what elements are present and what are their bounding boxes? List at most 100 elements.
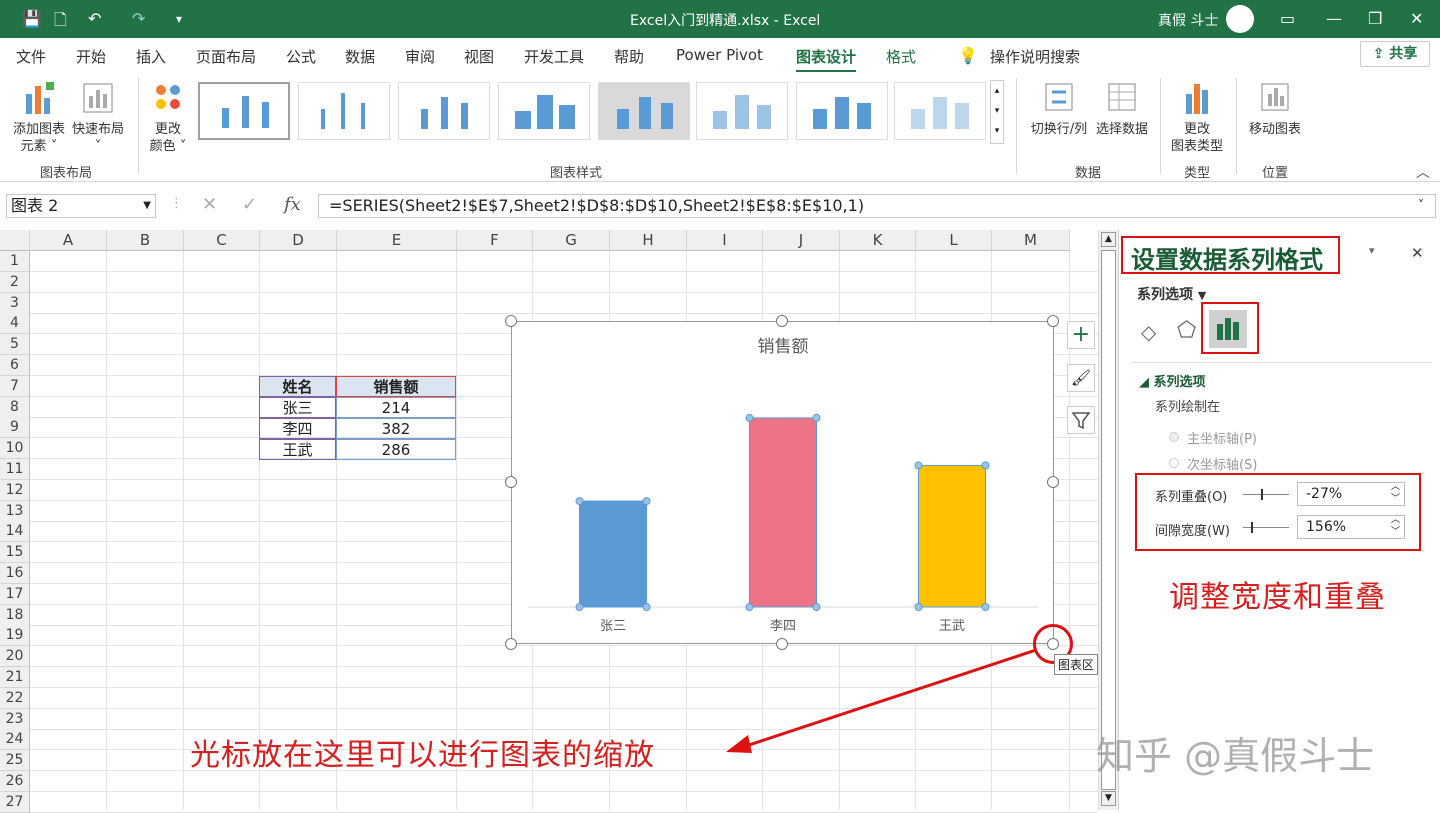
group-divider bbox=[1016, 78, 1017, 174]
add-chart-element-button[interactable]: 添加图表 元素 ˅ bbox=[10, 80, 68, 155]
formula-bar: 图表 2 ▼ ⋮ ✕ ✓ fx =SERIES(Sheet2!$E$7,Sheet… bbox=[0, 190, 1440, 222]
move-chart-button[interactable]: 移动图表 bbox=[1244, 80, 1306, 138]
tab-power-pivot[interactable]: Power Pivot bbox=[676, 46, 763, 64]
move-chart-label: 移动图表 bbox=[1248, 122, 1301, 137]
add-chart-element-label2: 元素 ˅ bbox=[20, 139, 58, 154]
move-chart-icon bbox=[1261, 83, 1289, 111]
chart-style-2[interactable] bbox=[298, 82, 390, 140]
chart-style-5[interactable] bbox=[598, 82, 690, 140]
tab-insert[interactable]: 插入 bbox=[136, 46, 166, 67]
annotation-resize-text: 光标放在这里可以进行图表的缩放 bbox=[190, 738, 655, 773]
user-name[interactable]: 真假 斗士 bbox=[1158, 10, 1218, 30]
select-data-button[interactable]: 选择数据 bbox=[1092, 80, 1152, 138]
tell-me-search[interactable]: 操作说明搜索 bbox=[990, 46, 1080, 67]
scroll-thumb[interactable] bbox=[1101, 250, 1116, 790]
annotation-arrow bbox=[726, 648, 1037, 753]
chart-style-4[interactable] bbox=[498, 82, 590, 140]
tab-review[interactable]: 审阅 bbox=[405, 46, 435, 67]
share-label: 共享 bbox=[1389, 46, 1418, 62]
cancel-icon[interactable]: ✕ bbox=[202, 194, 217, 215]
customize-toolbar-icon[interactable]: ▾ bbox=[176, 12, 182, 26]
tab-help[interactable]: 帮助 bbox=[614, 46, 644, 67]
annotation-adjust-text: 调整宽度和重叠 bbox=[1169, 580, 1386, 615]
name-box-chevron-icon[interactable]: ▼ bbox=[143, 195, 151, 217]
pane-divider bbox=[1131, 362, 1431, 363]
group-divider bbox=[1236, 78, 1237, 174]
ribbon-display-icon[interactable]: ▭ bbox=[1280, 9, 1295, 28]
series-options-highlight bbox=[1201, 302, 1259, 354]
effects-pentagon-icon[interactable]: ⬠ bbox=[1177, 318, 1196, 343]
select-data-icon bbox=[1108, 83, 1136, 111]
change-colors-button[interactable]: 更改 颜色 ˅ bbox=[144, 80, 192, 155]
more-icon: ⋮ bbox=[170, 196, 183, 211]
undo-icon[interactable]: ↶ bbox=[88, 9, 101, 28]
plot-series-on-label: 系列绘制在 bbox=[1155, 400, 1221, 415]
palette-icon bbox=[156, 85, 180, 109]
chart-style-7[interactable] bbox=[796, 82, 888, 140]
chart-style-8[interactable] bbox=[894, 82, 986, 140]
select-data-label: 选择数据 bbox=[1095, 122, 1148, 137]
worksheet[interactable]: ABCDEFGHIJKLM 1 2 3 4 5 6 7 8 9 10 11 12 13 14 15 16 17 1… bbox=[0, 230, 1098, 813]
pane-close-icon[interactable]: ✕ bbox=[1411, 244, 1424, 262]
overlap-gap-highlight bbox=[1135, 473, 1421, 551]
expand-formula-icon[interactable]: ˅ bbox=[1418, 198, 1424, 212]
chart-style-6[interactable] bbox=[696, 82, 788, 140]
group-divider bbox=[138, 78, 139, 174]
title-bar: 💾 🗋 ↶ ↷ ▾ Excel入门到精通.xlsx - Excel 真假 斗士 … bbox=[0, 0, 1440, 38]
section-series-options[interactable]: ◢ 系列选项 bbox=[1139, 371, 1206, 390]
primary-axis-radio[interactable] bbox=[1169, 432, 1179, 442]
maximize-icon[interactable]: ❐ bbox=[1368, 9, 1382, 28]
group-label-type: 类型 bbox=[1184, 166, 1211, 181]
chart-style-1[interactable] bbox=[198, 82, 290, 140]
lightbulb-icon: 💡 bbox=[958, 46, 978, 65]
tab-chart-design[interactable]: 图表设计 bbox=[796, 46, 857, 73]
chart-style-3[interactable] bbox=[398, 82, 490, 140]
tab-format[interactable]: 格式 bbox=[886, 46, 916, 67]
change-colors-label2: 颜色 ˅ bbox=[149, 139, 187, 154]
save-icon[interactable]: 💾 bbox=[22, 9, 42, 28]
change-chart-type-label1: 更改 bbox=[1183, 122, 1210, 137]
group-divider bbox=[1160, 78, 1161, 174]
tab-page-layout[interactable]: 页面布局 bbox=[196, 46, 256, 67]
avatar[interactable] bbox=[1226, 5, 1254, 33]
name-box[interactable]: 图表 2 ▼ bbox=[6, 194, 156, 218]
section-collapse-icon: ◢ bbox=[1139, 375, 1149, 390]
print-preview-icon[interactable]: 🗋 bbox=[54, 9, 67, 36]
series-options-dropdown[interactable]: 系列选项 ▼ bbox=[1137, 284, 1206, 304]
redo-icon[interactable]: ↷ bbox=[132, 9, 145, 28]
tab-data[interactable]: 数据 bbox=[345, 46, 375, 67]
tab-file[interactable]: 文件 bbox=[16, 46, 46, 67]
series-options-dropdown-label: 系列选项 bbox=[1137, 287, 1193, 303]
insert-function-icon[interactable]: fx bbox=[284, 194, 301, 215]
watermark: 知乎 @真假斗士 bbox=[1096, 734, 1375, 778]
change-chart-type-label2: 图表类型 bbox=[1170, 139, 1223, 154]
scroll-down-icon[interactable]: ▼ bbox=[1101, 791, 1116, 806]
change-colors-label1: 更改 bbox=[154, 122, 181, 137]
enter-icon[interactable]: ✓ bbox=[242, 194, 257, 215]
pane-options-chevron-icon[interactable]: ▾ bbox=[1369, 244, 1375, 257]
styles-scroll[interactable]: ▴ ▾ ▾ bbox=[990, 80, 1004, 144]
share-icon: ⇪ bbox=[1372, 46, 1385, 62]
minimize-icon[interactable]: — bbox=[1326, 9, 1342, 28]
name-box-value: 图表 2 bbox=[11, 196, 59, 215]
switch-row-column-button[interactable]: 切换行/列 bbox=[1026, 80, 1092, 138]
fill-line-icon[interactable]: ◇ bbox=[1141, 320, 1156, 344]
format-data-series-pane: 设置数据系列格式 ▾ ✕ 系列选项 ▼ ◇ ⬠ ◢ 系列选项 系列绘制在 主坐标… bbox=[1118, 230, 1440, 810]
vertical-scrollbar[interactable]: ▲ ▼ bbox=[1098, 230, 1118, 810]
add-chart-element-icon bbox=[26, 82, 54, 114]
close-icon[interactable]: ✕ bbox=[1410, 9, 1423, 28]
quick-layout-button[interactable]: 快速布局 ˅ bbox=[70, 80, 126, 155]
tab-home[interactable]: 开始 bbox=[76, 46, 106, 67]
tab-view[interactable]: 视图 bbox=[464, 46, 494, 67]
scroll-up-icon[interactable]: ▲ bbox=[1101, 232, 1116, 247]
change-chart-type-button[interactable]: 更改 图表类型 bbox=[1166, 80, 1228, 155]
add-chart-element-label1: 添加图表 bbox=[12, 122, 65, 137]
secondary-axis-radio[interactable] bbox=[1169, 458, 1179, 468]
title-highlight bbox=[1121, 236, 1340, 274]
formula-input[interactable]: =SERIES(Sheet2!$E$7,Sheet2!$D$8:$D$10,Sh… bbox=[318, 194, 1436, 218]
tab-developer[interactable]: 开发工具 bbox=[524, 46, 584, 67]
collapse-ribbon-icon[interactable]: ︿ bbox=[1416, 162, 1430, 182]
share-button[interactable]: ⇪ 共享 bbox=[1360, 41, 1430, 67]
tab-formulas[interactable]: 公式 bbox=[286, 46, 316, 67]
window-title: Excel入门到精通.xlsx - Excel bbox=[630, 13, 821, 29]
